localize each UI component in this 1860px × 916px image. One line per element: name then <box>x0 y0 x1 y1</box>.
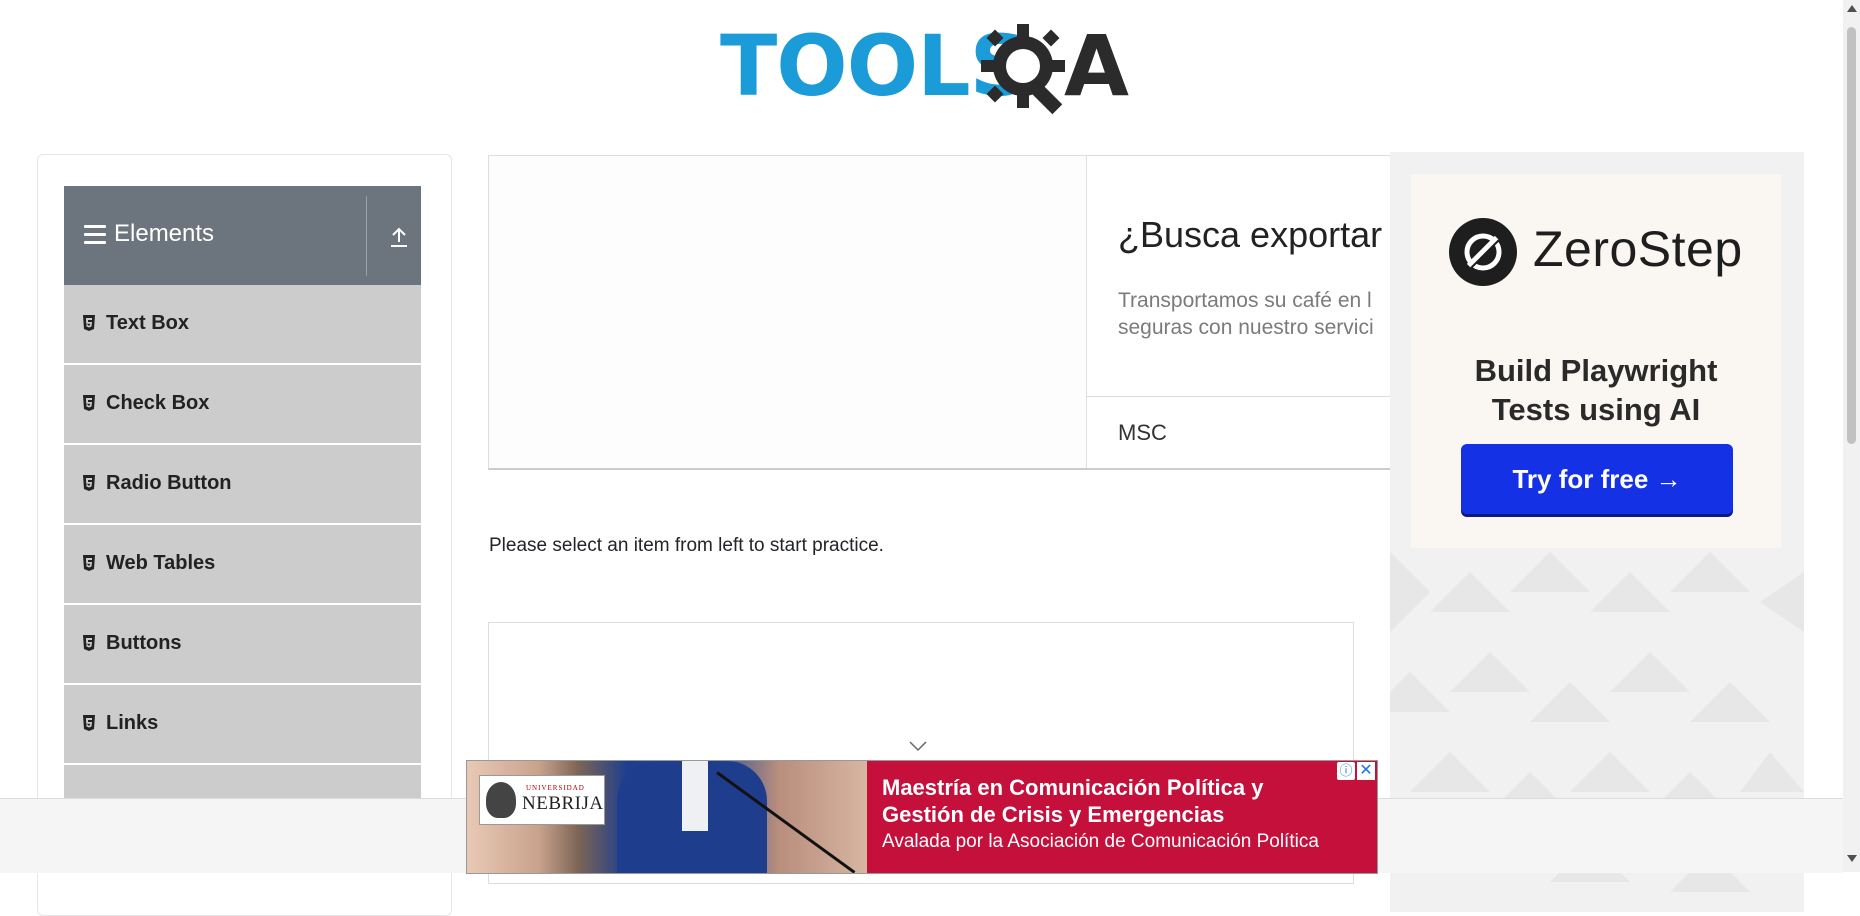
chevron-down-icon[interactable] <box>908 740 928 752</box>
sponsored-ad-card[interactable]: ¿Busca exportar Transportamos su café en… <box>488 155 1392 470</box>
adchoices-icon[interactable]: ⓘ <box>1337 762 1355 780</box>
scroll-up-arrow-icon[interactable] <box>1847 5 1857 12</box>
ad-headline[interactable]: ¿Busca exportar <box>1118 214 1382 256</box>
instruction-text: Please select an item from left to start… <box>489 535 884 556</box>
zerostep-tagline: Build Playwright Tests using AI <box>1411 351 1781 429</box>
nebrija-logo-name: NEBRIJA <box>522 793 604 814</box>
elements-group-header[interactable]: Elements <box>64 186 421 285</box>
try-for-free-button[interactable]: Try for free → <box>1461 444 1733 514</box>
banner-title-line: Gestión de Crisis y Emergencias <box>882 802 1225 827</box>
ad-description-line: seguras con nuestro servici <box>1118 316 1374 339</box>
close-icon[interactable]: ✕ <box>1357 762 1375 780</box>
ad-description: Transportamos su café en l seguras con n… <box>1118 287 1374 341</box>
collapse-arrow-icon[interactable] <box>389 226 409 248</box>
ad-image-placeholder[interactable] <box>489 156 1087 468</box>
nebrija-portrait-icon <box>486 782 516 818</box>
hamburger-icon <box>84 225 106 245</box>
html5-icon <box>83 475 95 491</box>
scrollbar-thumb[interactable] <box>1847 27 1856 444</box>
logo-text-a: A <box>1064 17 1130 115</box>
html5-icon <box>83 635 95 651</box>
sidebar-item-text-box[interactable]: Text Box <box>64 285 421 365</box>
banner-title-line: Maestría en Comunicación Política y <box>882 775 1264 800</box>
sidebar-item-links[interactable]: Links <box>64 685 421 765</box>
speaker-shirt <box>682 761 708 831</box>
nebrija-logo-small: UNIVERSIDAD <box>526 784 585 792</box>
nebrija-banner-ad[interactable]: UNIVERSIDAD NEBRIJA Maestría en Comunica… <box>466 760 1378 874</box>
zerostep-tagline-line: Build Playwright <box>1474 353 1718 388</box>
ad-brand[interactable]: MSC <box>1118 420 1167 446</box>
nebrija-logo: UNIVERSIDAD NEBRIJA <box>479 775 605 825</box>
toolsqa-logo[interactable]: TOOLS A <box>720 18 1130 118</box>
html5-icon <box>83 315 95 331</box>
sidebar-item-check-box[interactable]: Check Box <box>64 365 421 445</box>
header-divider <box>366 196 367 276</box>
sidebar-item-label: Text Box <box>106 312 189 334</box>
zerostep-tagline-line: Tests using AI <box>1491 392 1701 427</box>
sidebar-item-label: Check Box <box>106 392 210 414</box>
html5-icon <box>83 555 95 571</box>
html5-icon <box>83 715 95 731</box>
page-scrollbar[interactable] <box>1843 0 1860 872</box>
zerostep-ad-panel: ZeroStep Build Playwright Tests using AI… <box>1411 174 1781 548</box>
zerostep-logo-icon <box>1449 218 1517 286</box>
sidebar-item-label: Links <box>106 712 159 734</box>
banner-subtitle: Avalada por la Asociación de Comunicació… <box>882 831 1319 852</box>
group-title: Elements <box>114 220 215 247</box>
scroll-down-arrow-icon[interactable] <box>1847 855 1857 862</box>
ad-separator <box>1086 396 1391 397</box>
banner-title: Maestría en Comunicación Política y Gest… <box>882 774 1263 828</box>
sidebar-item-label: Buttons <box>106 632 182 654</box>
sidebar-item-radio-button[interactable]: Radio Button <box>64 445 421 525</box>
sidebar-item-label: Web Tables <box>106 552 216 574</box>
zerostep-brand: ZeroStep <box>1533 221 1743 277</box>
sidebar-item-buttons[interactable]: Buttons <box>64 605 421 685</box>
ad-description-line: Transportamos su café en l <box>1118 289 1372 312</box>
html5-icon <box>83 395 95 411</box>
sidebar-item-label: Radio Button <box>106 472 232 494</box>
sidebar-item-web-tables[interactable]: Web Tables <box>64 525 421 605</box>
